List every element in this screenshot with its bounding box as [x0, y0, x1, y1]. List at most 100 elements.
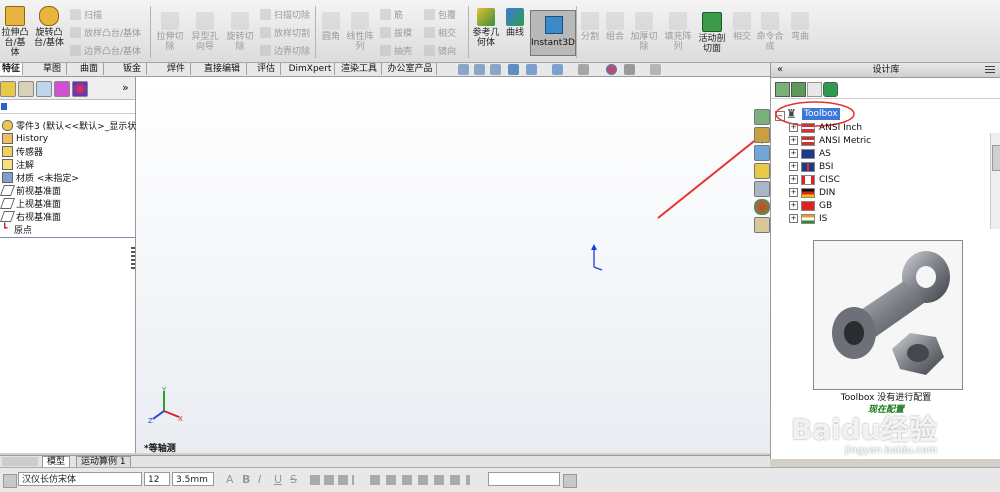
- zoom-to-fit-icon[interactable]: [458, 64, 469, 75]
- tab-office-products[interactable]: 办公室产品: [384, 63, 437, 75]
- shell-button[interactable]: 抽壳: [380, 43, 412, 58]
- appearances-icon[interactable]: [754, 199, 770, 215]
- section-view-icon[interactable]: [508, 64, 519, 75]
- extrude-boss-button[interactable]: 拉伸凸 台/基体: [0, 6, 30, 58]
- tab-scroll-buttons[interactable]: [2, 457, 38, 466]
- layer-select[interactable]: [488, 472, 560, 486]
- intersect2-button[interactable]: 相交: [730, 12, 754, 42]
- standard-ansi-inch[interactable]: + ANSI Inch: [789, 121, 862, 134]
- sweep-button[interactable]: 扫描: [70, 7, 102, 22]
- view-orientation-icon[interactable]: [526, 64, 537, 75]
- wrap-button[interactable]: 包覆: [424, 7, 456, 22]
- hide-show-items-icon[interactable]: [578, 64, 589, 75]
- fillet-button[interactable]: 圆角: [318, 12, 344, 42]
- resources-icon[interactable]: [754, 109, 770, 125]
- tree-item-material[interactable]: 材质 <未指定>: [2, 171, 79, 184]
- file-explorer-icon[interactable]: [754, 145, 770, 161]
- standard-gb[interactable]: + GB: [789, 199, 832, 212]
- tree-scrollbar[interactable]: [990, 133, 1000, 229]
- standard-bsi[interactable]: + BSI: [789, 160, 833, 173]
- instant3d-button[interactable]: Instant3D: [530, 10, 576, 56]
- lofted-cut-button[interactable]: 放样切割: [260, 25, 310, 40]
- panel-splitter-handle[interactable]: [131, 247, 135, 269]
- standard-din[interactable]: + DIN: [789, 186, 835, 199]
- strikethrough-button[interactable]: S: [290, 473, 297, 486]
- tab-features[interactable]: 特征: [0, 63, 23, 75]
- reference-geometry-button[interactable]: 参考几 何体: [472, 8, 500, 48]
- tree-item-history[interactable]: History: [2, 132, 48, 145]
- tree-item-top-plane[interactable]: 上视基准面: [0, 197, 61, 210]
- font-size-select[interactable]: 12: [144, 472, 170, 486]
- intersect-button[interactable]: 相交: [424, 25, 456, 40]
- mirror-button[interactable]: 镜向: [424, 43, 456, 58]
- display-style-icon[interactable]: [552, 64, 563, 75]
- rib-button[interactable]: 筋: [380, 7, 403, 22]
- create-new-folder-icon[interactable]: [807, 82, 822, 97]
- merge-command-button[interactable]: 命令合 成: [755, 12, 785, 52]
- combine-button[interactable]: 组合: [603, 12, 627, 42]
- pin-icon[interactable]: [985, 66, 995, 74]
- tab-render-tools[interactable]: 渲染工具: [337, 63, 382, 75]
- tab-weldments[interactable]: 焊件: [162, 63, 191, 75]
- tree-item-front-plane[interactable]: 前视基准面: [0, 184, 61, 197]
- standard-is[interactable]: + IS: [789, 212, 827, 225]
- edit-appearance-icon[interactable]: [606, 64, 617, 75]
- extrude-cut-button[interactable]: 拉伸切 除: [154, 12, 186, 52]
- underline-button[interactable]: U: [274, 473, 282, 486]
- add-to-library-icon[interactable]: [775, 82, 790, 97]
- tab-dimxpert[interactable]: DimXpert: [286, 63, 335, 75]
- font-height-input[interactable]: 3.5mm: [172, 472, 214, 486]
- tree-item-annotations[interactable]: 注解: [2, 158, 34, 171]
- flex-button[interactable]: 弯曲: [787, 12, 813, 42]
- standard-cisc[interactable]: + CISC: [789, 173, 840, 186]
- tab-sketch[interactable]: 草图: [38, 63, 67, 75]
- hole-wizard-button[interactable]: 异型孔 向导: [189, 12, 221, 52]
- boundary-boss-button[interactable]: 边界凸台/基体: [70, 43, 141, 58]
- tree-item-origin[interactable]: ┗ 原点: [2, 223, 32, 237]
- add-file-location-icon[interactable]: [791, 82, 806, 97]
- tree-item-right-plane[interactable]: 右视基准面: [0, 210, 61, 223]
- view-settings-icon[interactable]: [650, 64, 661, 75]
- rollback-bar[interactable]: [0, 237, 135, 238]
- tree-item-sensors[interactable]: 传感器: [2, 145, 43, 158]
- design-library-icon[interactable]: [754, 127, 770, 143]
- display-manager-icon[interactable]: [72, 81, 88, 97]
- collapse-chevron-icon[interactable]: »: [122, 81, 129, 94]
- thicken-cut-button[interactable]: 加厚切 除: [628, 12, 660, 52]
- tab-sheet-metal[interactable]: 钣金: [118, 63, 147, 75]
- zoom-area-icon[interactable]: [474, 64, 485, 75]
- configuration-manager-icon[interactable]: [36, 81, 52, 97]
- font-family-select[interactable]: 汉仪长仿宋体: [18, 472, 142, 486]
- refresh-icon[interactable]: [823, 82, 838, 97]
- folder-icon[interactable]: [754, 163, 770, 179]
- tab-surfaces[interactable]: 曲面: [75, 63, 104, 75]
- custom-properties-icon[interactable]: [754, 217, 770, 233]
- live-section-plane-button[interactable]: 活动剖 切面: [696, 12, 728, 54]
- feature-manager-icon[interactable]: [0, 81, 16, 97]
- tree-root-part[interactable]: 零件3 (默认<<默认>_显示状态: [2, 119, 145, 132]
- alignment-buttons[interactable]: [310, 475, 354, 485]
- tab-direct-editing[interactable]: 直接编辑: [198, 63, 247, 75]
- view-palette-icon[interactable]: [754, 181, 770, 197]
- previous-view-icon[interactable]: [490, 64, 501, 75]
- draft-button[interactable]: 拔模: [380, 25, 412, 40]
- bold-button[interactable]: B: [242, 473, 250, 486]
- text-tools-buttons[interactable]: [370, 475, 470, 485]
- revolve-cut-button[interactable]: 旋转切 除: [224, 12, 256, 52]
- standard-as[interactable]: + AS: [789, 147, 831, 160]
- swept-cut-button[interactable]: 扫描切除: [260, 7, 310, 22]
- linear-pattern-button[interactable]: 线性阵 列: [344, 12, 376, 52]
- apply-scene-icon[interactable]: [624, 64, 635, 75]
- tab-evaluate[interactable]: 评估: [252, 63, 281, 75]
- dimxpert-manager-icon[interactable]: [54, 81, 70, 97]
- split-button[interactable]: 分割: [578, 12, 602, 42]
- standard-ansi-metric[interactable]: + ANSI Metric: [789, 134, 871, 147]
- font-settings-button[interactable]: A: [226, 473, 234, 486]
- revolve-boss-button[interactable]: 旋转凸 台/基体: [33, 6, 65, 48]
- loft-boss-button[interactable]: 放样凸台/基体: [70, 25, 141, 40]
- fill-pattern-button[interactable]: 填充阵 列: [662, 12, 694, 52]
- collapse-pane-icon[interactable]: «: [777, 63, 783, 77]
- curves-button[interactable]: 曲线: [502, 8, 528, 38]
- scrollbar-thumb[interactable]: [992, 145, 1000, 171]
- filter-bar[interactable]: [0, 101, 135, 114]
